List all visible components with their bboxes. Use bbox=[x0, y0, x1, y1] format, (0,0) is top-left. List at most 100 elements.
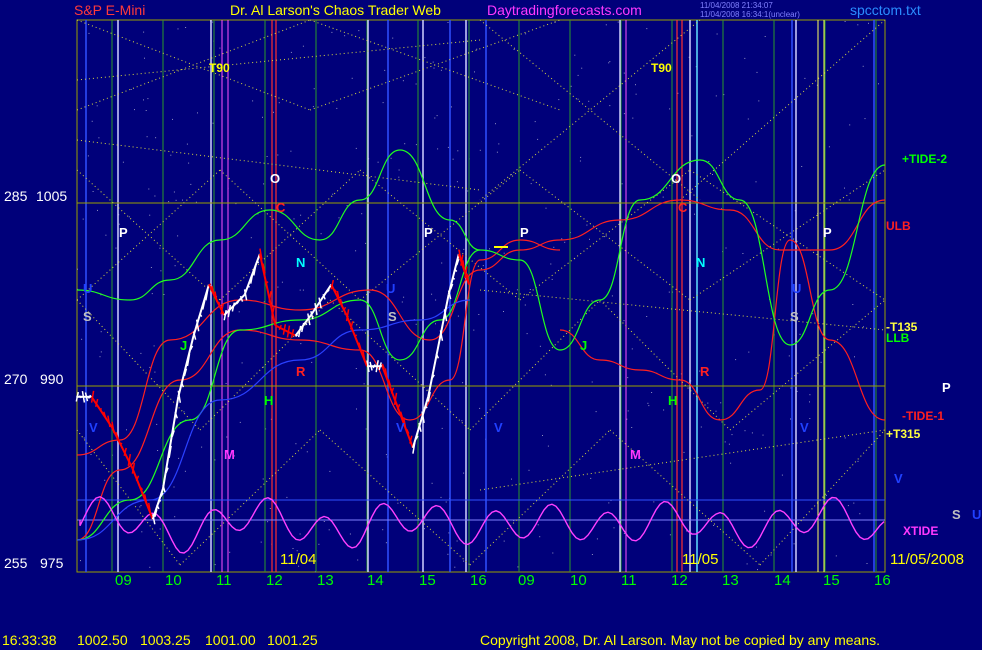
star-dot bbox=[97, 209, 98, 211]
star-dot bbox=[482, 265, 484, 267]
marker-v-1: V bbox=[89, 420, 98, 435]
star-dot bbox=[174, 516, 176, 518]
star-dot bbox=[553, 246, 555, 248]
star-dot bbox=[621, 183, 623, 185]
star-dot bbox=[447, 22, 449, 23]
star-dot bbox=[144, 57, 145, 59]
footer-close: 1001.25 bbox=[267, 632, 318, 648]
star-dot bbox=[744, 57, 746, 59]
marker-v-4: V bbox=[800, 420, 809, 435]
star-dot bbox=[262, 478, 264, 480]
star-dot bbox=[513, 49, 515, 50]
star-dot bbox=[746, 563, 748, 565]
star-dot bbox=[544, 374, 546, 376]
star-dot bbox=[349, 533, 351, 535]
star-dot bbox=[154, 195, 156, 197]
star-dot bbox=[742, 253, 744, 254]
star-dot bbox=[441, 262, 443, 264]
star-dot bbox=[595, 411, 597, 413]
star-dot bbox=[511, 478, 512, 480]
x-tick-d1-11: 11 bbox=[216, 572, 232, 589]
star-dot bbox=[267, 521, 269, 523]
star-dot bbox=[551, 278, 553, 280]
star-dot bbox=[764, 36, 766, 37]
star-dot bbox=[534, 121, 536, 123]
star-dot bbox=[747, 118, 749, 120]
star-dot bbox=[591, 554, 593, 555]
star-dot bbox=[159, 528, 161, 530]
star-dot bbox=[96, 105, 98, 107]
star-dot bbox=[820, 361, 822, 363]
star-dot bbox=[529, 289, 531, 290]
star-dot bbox=[809, 401, 810, 403]
star-dot bbox=[849, 124, 851, 126]
star-dot bbox=[185, 27, 187, 28]
star-dot bbox=[100, 351, 102, 353]
star-dot bbox=[708, 161, 710, 162]
star-dot bbox=[496, 151, 498, 153]
star-dot bbox=[545, 207, 547, 209]
star-dot bbox=[647, 402, 649, 404]
star-dot bbox=[447, 553, 449, 555]
star-dot bbox=[713, 525, 715, 526]
star-dot bbox=[809, 394, 811, 396]
star-dot bbox=[809, 418, 811, 419]
star-dot bbox=[266, 156, 268, 157]
star-dot bbox=[479, 407, 481, 409]
date-label-end: 11/05/2008 bbox=[890, 551, 964, 568]
star-dot bbox=[852, 304, 854, 305]
star-dot bbox=[344, 35, 346, 37]
label-llb: LLB bbox=[886, 331, 910, 345]
star-dot bbox=[577, 98, 579, 100]
star-dot bbox=[392, 37, 394, 39]
footer-time: 16:33:38 bbox=[2, 632, 57, 648]
star-dot bbox=[474, 71, 475, 73]
star-dot bbox=[312, 106, 314, 108]
star-dot bbox=[397, 502, 399, 504]
star-dot bbox=[149, 366, 151, 368]
star-dot bbox=[542, 435, 543, 436]
star-dot bbox=[336, 107, 338, 109]
marker-v-3: V bbox=[494, 420, 503, 435]
star-dot bbox=[467, 190, 469, 192]
star-dot bbox=[700, 426, 702, 428]
star-dot bbox=[452, 158, 454, 160]
star-dot bbox=[262, 116, 263, 118]
star-dot bbox=[433, 67, 435, 69]
star-dot bbox=[528, 469, 530, 471]
star-dot bbox=[457, 315, 459, 317]
star-dot bbox=[589, 238, 590, 240]
star-dot bbox=[382, 529, 384, 531]
star-dot bbox=[122, 161, 124, 163]
star-dot bbox=[473, 329, 475, 331]
marker-h-2: H bbox=[668, 393, 678, 408]
star-dot bbox=[358, 30, 360, 32]
star-dot bbox=[857, 460, 859, 462]
star-dot bbox=[98, 137, 100, 139]
star-dot bbox=[596, 538, 598, 540]
star-dot bbox=[277, 154, 279, 156]
x-tick-d2-11: 11 bbox=[621, 572, 637, 589]
star-dot bbox=[302, 289, 304, 291]
star-dot bbox=[613, 527, 615, 529]
star-dot bbox=[290, 51, 292, 53]
star-dot bbox=[238, 311, 240, 313]
star-dot bbox=[866, 563, 868, 564]
star-dot bbox=[796, 390, 798, 392]
star-dot bbox=[351, 77, 353, 79]
star-dot bbox=[627, 377, 629, 379]
star-dot bbox=[447, 146, 449, 148]
star-dot bbox=[260, 541, 262, 543]
star-dot bbox=[212, 122, 214, 124]
chart-canvas bbox=[75, 19, 886, 573]
star-dot bbox=[623, 533, 625, 534]
star-dot bbox=[273, 111, 274, 113]
star-dot bbox=[435, 323, 436, 325]
star-dot bbox=[250, 237, 252, 239]
x-tick-d1-09: 09 bbox=[115, 572, 132, 589]
star-dot bbox=[454, 566, 456, 568]
star-dot bbox=[281, 281, 283, 283]
star-dot bbox=[134, 109, 135, 111]
star-dot bbox=[302, 45, 304, 47]
star-dot bbox=[300, 343, 302, 345]
